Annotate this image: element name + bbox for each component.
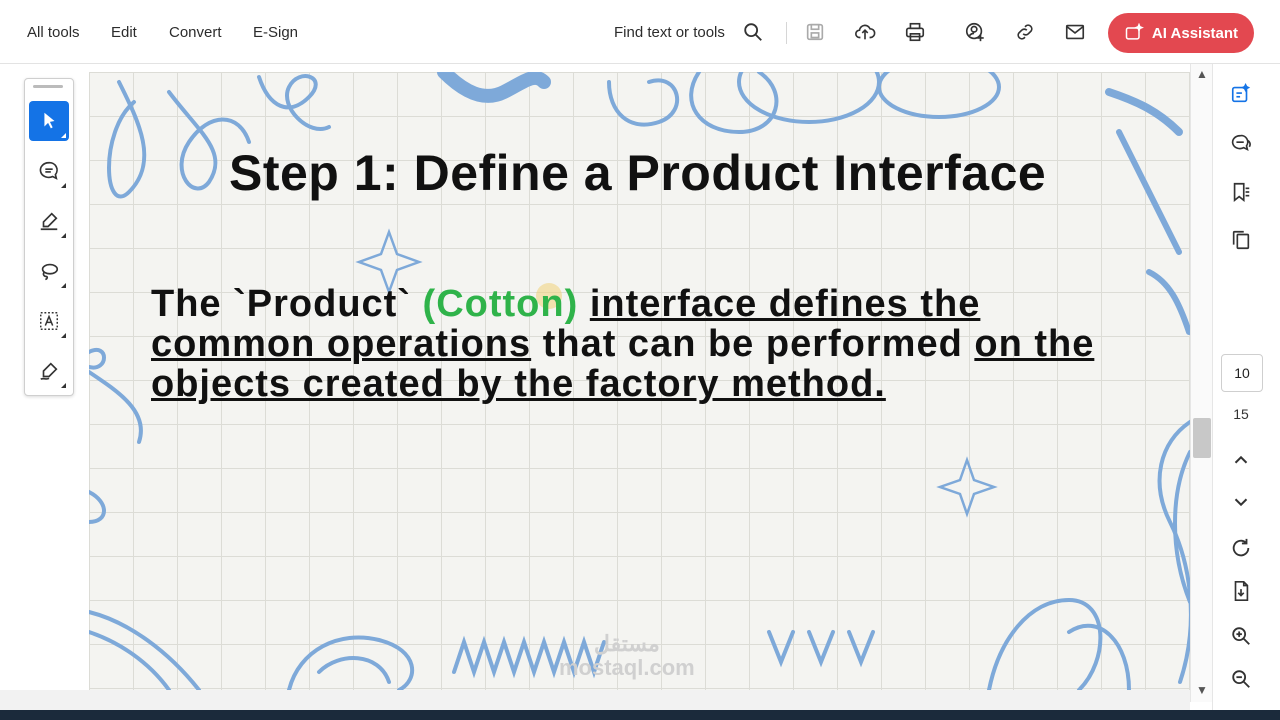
lasso-icon	[41, 263, 59, 281]
text-tool-button[interactable]	[29, 301, 69, 341]
comment-tool-button[interactable]	[29, 151, 69, 191]
highlight-tool-button[interactable]	[29, 201, 69, 241]
comments-icon[interactable]	[1228, 131, 1254, 157]
status-strip	[0, 690, 1190, 710]
tool-submenu-indicator	[61, 333, 66, 338]
comment-icon	[39, 161, 58, 180]
sign-tool-button[interactable]	[29, 351, 69, 391]
zoom-in-icon[interactable]	[1228, 623, 1254, 649]
save-icon[interactable]	[802, 19, 828, 45]
edit-pdf-icon[interactable]	[1228, 81, 1254, 107]
rotate-icon[interactable]	[1228, 535, 1254, 561]
os-taskbar	[0, 710, 1280, 720]
tool-submenu-indicator	[61, 233, 66, 238]
sign-pen-icon	[40, 362, 58, 380]
current-page-input[interactable]: 10	[1221, 354, 1263, 392]
ai-assistant-button[interactable]: AI Assistant	[1108, 13, 1254, 53]
text-box-icon	[40, 312, 58, 330]
slide-paragraph: The `Product` (Cotton) interface defines…	[151, 284, 1151, 404]
select-tool-button[interactable]	[29, 101, 69, 141]
menu-e-sign[interactable]: E-Sign	[253, 24, 298, 41]
top-toolbar: All tools Edit Convert E-Sign Find text …	[0, 0, 1280, 64]
zoom-out-icon[interactable]	[1228, 666, 1254, 692]
share-user-icon[interactable]	[962, 19, 988, 45]
ai-assistant-label: AI Assistant	[1151, 24, 1239, 42]
toolbar-divider	[786, 22, 787, 44]
menu-convert[interactable]: Convert	[169, 24, 222, 41]
vertical-scrollbar[interactable]: ▲ ▼	[1190, 64, 1213, 702]
watermark-arabic: مستقل	[593, 631, 660, 656]
watermark: مستقل mostaql.com	[559, 632, 695, 680]
next-page-chevron-down-icon[interactable]	[1228, 489, 1254, 515]
find-text-or-tools[interactable]: Find text or tools	[614, 24, 725, 41]
menu-all-tools[interactable]: All tools	[27, 24, 80, 41]
para-text-middle: that can be performed	[542, 323, 963, 365]
link-icon[interactable]	[1012, 19, 1038, 45]
tool-submenu-indicator	[61, 383, 66, 388]
scroll-up-arrow-icon[interactable]: ▲	[1195, 68, 1209, 80]
search-icon[interactable]	[740, 19, 766, 45]
scrollbar-thumb[interactable]	[1193, 418, 1211, 458]
tool-submenu-indicator	[61, 133, 66, 138]
bookmark-icon[interactable]	[1228, 179, 1254, 205]
previous-page-chevron-up-icon[interactable]	[1228, 447, 1254, 473]
scroll-down-arrow-icon[interactable]: ▼	[1195, 684, 1209, 696]
para-text-green: (Cotton)	[422, 283, 579, 325]
copy-pages-icon[interactable]	[1228, 227, 1254, 253]
tool-submenu-indicator	[61, 283, 66, 288]
quick-tools-box	[24, 78, 74, 396]
total-pages: 15	[1233, 406, 1249, 422]
para-text-prefix: The `Product`	[151, 283, 411, 325]
watermark-url: mostaql.com	[559, 655, 695, 680]
menu-edit[interactable]: Edit	[111, 24, 137, 41]
upload-cloud-icon[interactable]	[852, 19, 878, 45]
select-pointer-icon	[44, 112, 55, 129]
drag-handle[interactable]	[33, 85, 63, 88]
print-icon[interactable]	[902, 19, 928, 45]
draw-tool-button[interactable]	[29, 251, 69, 291]
ai-sparkle-icon	[1125, 23, 1144, 40]
slide-title: Step 1: Define a Product Interface	[229, 145, 1047, 201]
tool-submenu-indicator	[61, 183, 66, 188]
right-rail	[1212, 64, 1280, 720]
document-page[interactable]: Step 1: Define a Product Interface The `…	[89, 72, 1190, 690]
highlight-pen-icon	[40, 212, 58, 231]
mail-icon[interactable]	[1062, 19, 1088, 45]
file-export-icon[interactable]	[1228, 578, 1254, 604]
